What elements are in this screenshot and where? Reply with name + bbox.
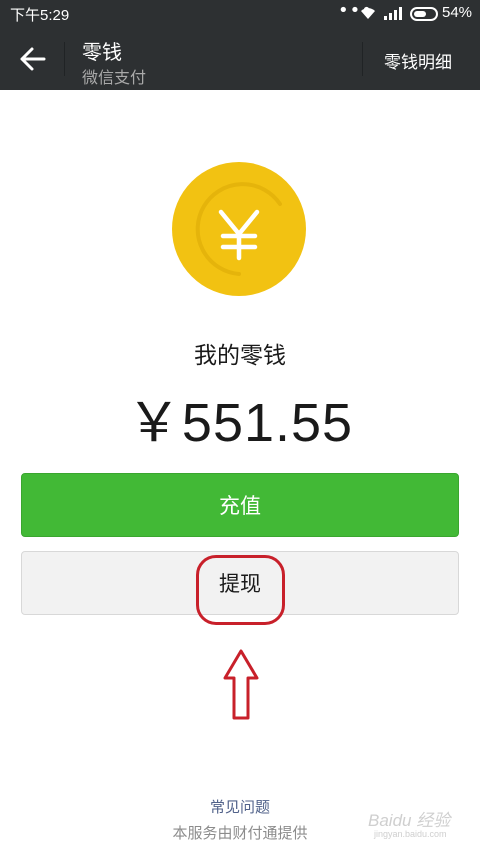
recharge-button[interactable]: 充值	[21, 473, 459, 537]
page-title: 零钱	[82, 40, 122, 64]
status-bar: 下午5:29 ••• 54%	[0, 0, 480, 28]
page-subtitle: 微信支付	[82, 68, 147, 87]
wifi-icon	[361, 8, 375, 19]
watermark-url: jingyan.baidu.com	[374, 829, 447, 839]
watermark-brand: Baidu 经验	[368, 811, 451, 830]
up-arrow-icon	[223, 649, 259, 720]
balance-details-link[interactable]: 零钱明细	[384, 48, 452, 73]
balance-label: 我的零钱	[194, 343, 286, 369]
battery-percent: 54%	[442, 4, 473, 21]
annotation-circle	[196, 555, 285, 625]
divider	[362, 42, 363, 76]
watermark: Baidu 经验 jingyan.baidu.com	[368, 806, 450, 839]
status-time: 下午5:29	[10, 7, 70, 24]
yuan-coin-icon	[172, 162, 306, 296]
signal-icon	[384, 7, 402, 20]
back-button[interactable]	[14, 42, 50, 76]
battery-icon	[410, 7, 438, 21]
title-bar: 零钱 微信支付 零钱明细	[0, 28, 480, 90]
divider	[64, 42, 65, 76]
arrow-left-icon	[20, 47, 46, 71]
balance-amount: ￥551.55	[126, 393, 354, 453]
